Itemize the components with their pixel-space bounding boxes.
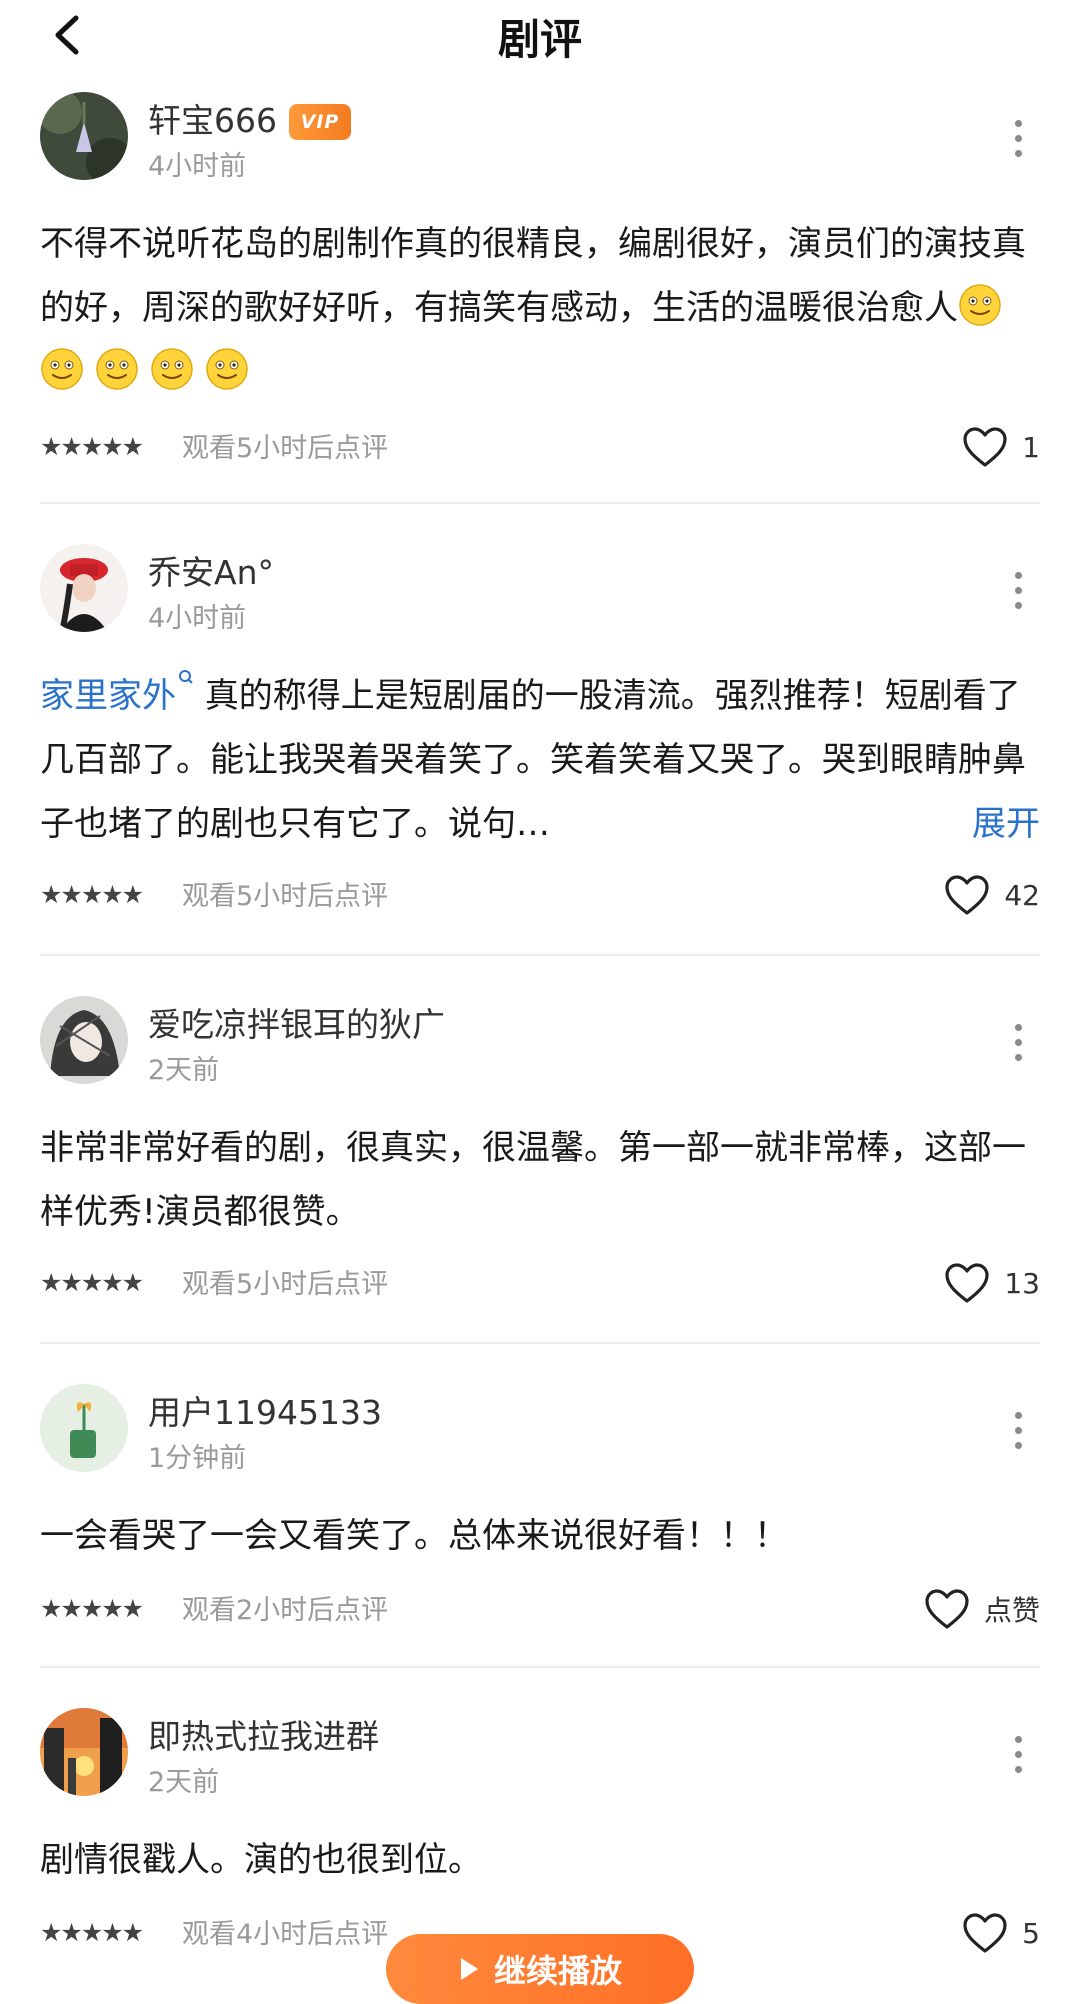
watch-note: 观看5小时后点评 — [182, 1269, 389, 1300]
review-meta: ★★★★★ 观看2小时后点评 点赞 — [40, 1584, 1040, 1634]
smile-emoji-icon — [41, 348, 83, 390]
top-bar: 剧评 — [0, 0, 1080, 70]
avatar[interactable] — [40, 544, 128, 632]
more-options-button[interactable] — [1008, 1412, 1028, 1456]
heart-icon — [925, 1589, 969, 1629]
review-meta: ★★★★★ 观看5小时后点评 13 — [40, 1258, 1040, 1308]
topic-link[interactable]: 家里家外 — [40, 670, 194, 716]
play-icon — [460, 1958, 478, 1980]
review-content: 剧情很戳人。演的也很到位。 — [40, 1840, 482, 1880]
smile-emoji-icon — [151, 348, 193, 390]
watch-note: 观看2小时后点评 — [182, 1595, 389, 1626]
divider — [40, 502, 1040, 504]
watch-note: 观看5小时后点评 — [182, 881, 389, 912]
watch-note: 观看4小时后点评 — [182, 1919, 389, 1950]
review-content: 家里家外 真的称得上是短剧届的一股清流。强烈推荐！短剧看了几百部了。能让我哭着哭… — [40, 664, 1040, 856]
review-content: 一会看哭了一会又看笑了。总体来说很好看！！！ — [40, 1516, 788, 1556]
more-options-button[interactable] — [1008, 572, 1028, 616]
like-count: 42 — [1004, 878, 1040, 912]
more-options-button[interactable] — [1008, 1024, 1028, 1068]
rating-stars: ★★★★★ — [40, 880, 144, 909]
divider — [40, 1342, 1040, 1344]
rating-stars: ★★★★★ — [40, 1594, 144, 1623]
avatar[interactable] — [40, 996, 128, 1084]
like-button[interactable]: 13 — [944, 1258, 1040, 1308]
default-plant-avatar-icon — [40, 1384, 128, 1472]
more-options-button[interactable] — [1008, 1736, 1028, 1780]
heart-icon — [963, 1913, 1007, 1953]
username[interactable]: 即热式拉我进群 — [148, 1710, 379, 1758]
post-time: 4小时前 — [148, 603, 247, 634]
search-icon — [179, 670, 193, 684]
more-options-button[interactable] — [1008, 120, 1028, 164]
like-button[interactable]: 1 — [962, 422, 1040, 472]
post-time: 4小时前 — [148, 151, 247, 182]
like-count: 1 — [1022, 430, 1040, 464]
like-count: 5 — [1022, 1916, 1040, 1950]
username[interactable]: 爱吃凉拌银耳的狄广 — [148, 998, 445, 1046]
like-button[interactable]: 5 — [962, 1908, 1040, 1958]
review-meta: ★★★★★ 观看5小时后点评 1 — [40, 422, 1040, 472]
username[interactable]: 轩宝666 VIP — [148, 94, 351, 142]
divider — [40, 1666, 1040, 1668]
rating-stars: ★★★★★ — [40, 1918, 144, 1947]
username[interactable]: 用户11945133 — [148, 1386, 382, 1434]
post-time: 1分钟前 — [148, 1443, 247, 1474]
girl-red-hat-avatar-icon — [40, 544, 128, 632]
review-meta: ★★★★★ 观看5小时后点评 42 — [40, 870, 1040, 920]
continue-play-button[interactable]: 继续播放 — [386, 1934, 694, 2004]
flower-photo-avatar-icon — [40, 92, 128, 180]
smile-emoji-icon — [206, 348, 248, 390]
avatar[interactable] — [40, 1384, 128, 1472]
like-button[interactable]: 42 — [944, 870, 1040, 920]
like-count: 13 — [1004, 1266, 1040, 1300]
rating-stars: ★★★★★ — [40, 432, 144, 461]
smile-emoji-icon — [959, 284, 1001, 326]
review-content: 不得不说听花岛的剧制作真的很精良，编剧很好，演员们的演技真的好，周深的歌好好听，… — [40, 212, 1040, 404]
heart-icon — [945, 875, 989, 915]
vip-badge: VIP — [289, 104, 351, 140]
smile-emoji-icon — [96, 348, 138, 390]
rating-stars: ★★★★★ — [40, 1268, 144, 1297]
post-time: 2天前 — [148, 1767, 220, 1798]
review-content: 非常非常好看的剧，很真实，很温馨。第一部一就非常棒，这部一样优秀!演员都很赞。 — [40, 1128, 1026, 1232]
page-title: 剧评 — [497, 15, 582, 64]
avatar[interactable] — [40, 1708, 128, 1796]
watch-note: 观看5小时后点评 — [182, 433, 389, 464]
divider — [40, 954, 1040, 956]
heart-icon — [963, 427, 1007, 467]
avatar[interactable] — [40, 92, 128, 180]
sketch-girl-avatar-icon — [40, 996, 128, 1084]
username[interactable]: 乔安An° — [148, 546, 274, 594]
like-button[interactable]: 点赞 — [924, 1584, 1040, 1634]
expand-link[interactable]: 展开 — [972, 792, 1040, 856]
post-time: 2天前 — [148, 1055, 220, 1086]
heart-icon — [945, 1263, 989, 1303]
sunset-city-avatar-icon — [40, 1708, 128, 1796]
like-count: 点赞 — [983, 1594, 1040, 1627]
